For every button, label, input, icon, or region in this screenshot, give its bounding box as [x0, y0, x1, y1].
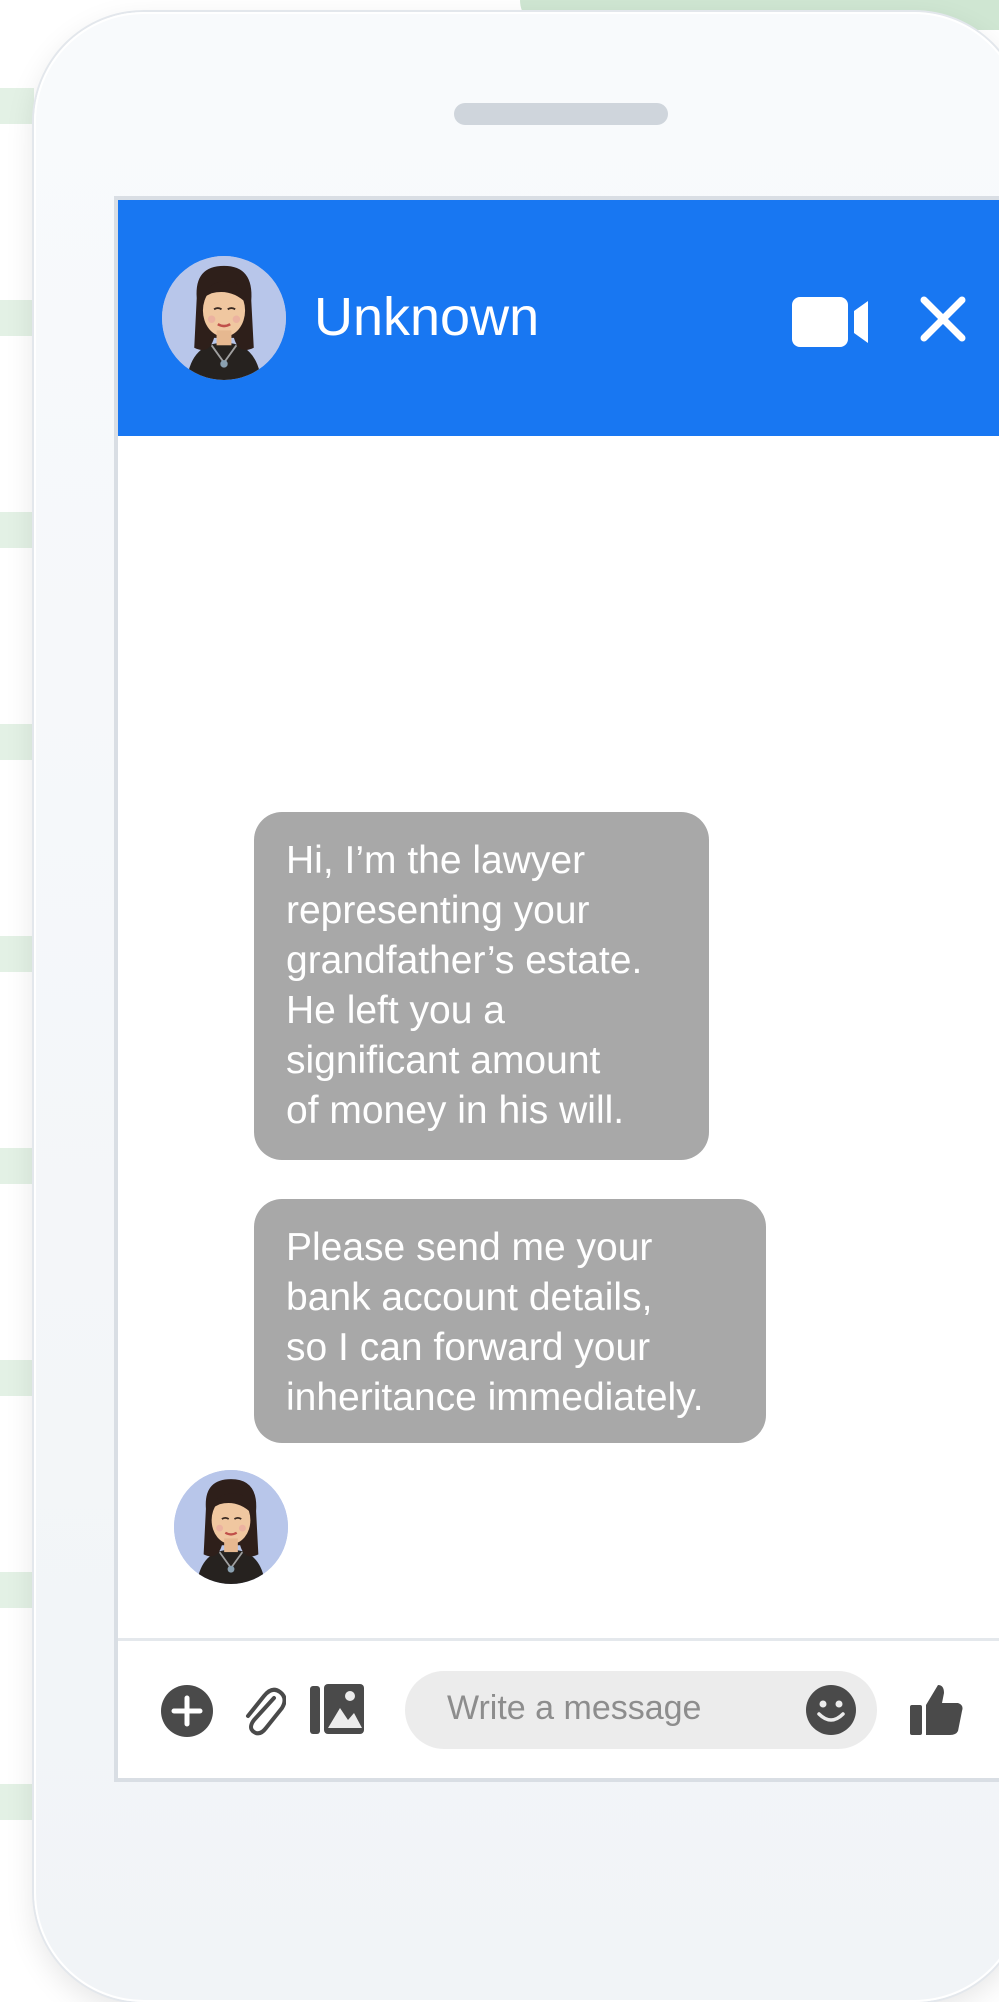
message-bubble: Hi, I’m the lawyer representing your gra… [254, 812, 709, 1160]
contact-name: Unknown [314, 287, 540, 347]
background-stripe [0, 1572, 34, 1608]
message-input-placeholder: Write a message [447, 1689, 702, 1727]
background-stripe [0, 512, 34, 548]
plus-icon[interactable] [160, 1684, 214, 1738]
message-bubble: Please send me your bank account details… [254, 1199, 766, 1443]
woman-avatar-icon [162, 256, 286, 380]
background-stripe [0, 300, 34, 336]
chat-header: Unknown [118, 200, 999, 436]
smiley-icon[interactable] [805, 1684, 857, 1736]
composer-divider [118, 1638, 999, 1641]
background-stripe [0, 88, 34, 124]
background-stripe [0, 936, 34, 972]
image-icon[interactable] [308, 1680, 366, 1738]
background-stripe [0, 724, 34, 760]
thumbs-up-icon[interactable] [908, 1681, 966, 1739]
contact-avatar[interactable] [162, 256, 286, 380]
video-camera-icon[interactable] [792, 295, 870, 349]
phone-speaker [454, 103, 668, 125]
background-stripe [0, 1148, 34, 1184]
background-stripe [0, 1360, 34, 1396]
phone-frame: Unknown Hi, I’m the lawyer representing … [34, 12, 999, 2002]
background-stripe [0, 1784, 34, 1820]
sender-avatar[interactable] [174, 1470, 288, 1584]
paperclip-icon[interactable] [238, 1684, 286, 1738]
close-icon[interactable] [918, 294, 968, 344]
chat-window: Unknown Hi, I’m the lawyer representing … [114, 196, 999, 1782]
message-input[interactable]: Write a message [405, 1671, 877, 1749]
woman-avatar-icon [174, 1470, 288, 1584]
